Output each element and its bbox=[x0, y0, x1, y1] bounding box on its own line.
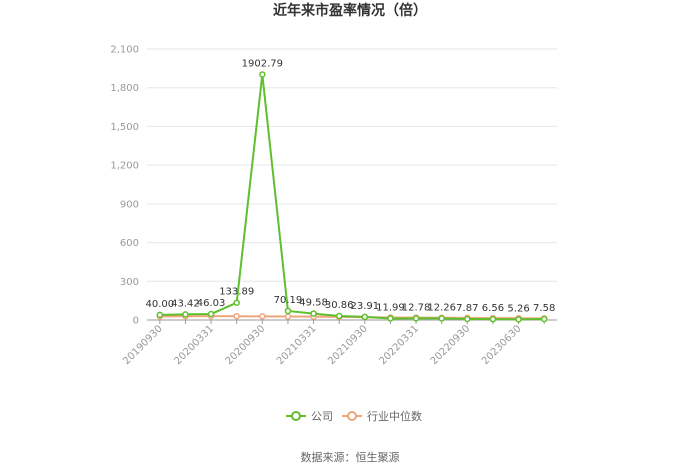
series-point-0 bbox=[207, 310, 215, 318]
data-label: 40.00 bbox=[145, 299, 174, 310]
series-point-0 bbox=[284, 307, 292, 315]
series-point-0 bbox=[489, 315, 497, 323]
y-axis: 0 300 600 900 1,200 1,500 1,800 2,100 bbox=[110, 45, 139, 327]
series-point-1 bbox=[284, 313, 292, 320]
x-axis: 20190930 20200331 20200930 20210331 20210930… bbox=[121, 319, 557, 367]
series-point-0 bbox=[515, 316, 522, 323]
series-point-0 bbox=[310, 310, 317, 317]
legend-industry-label: 行业中位数 bbox=[367, 409, 422, 423]
chart-title: 近年来市盈率情况（倍） bbox=[273, 2, 427, 19]
data-label: 11.99 bbox=[376, 302, 405, 313]
y-tick-label: 300 bbox=[120, 277, 139, 288]
legend-company-label: 公司 bbox=[311, 410, 333, 423]
series-point-0 bbox=[412, 315, 420, 322]
series-point-0 bbox=[182, 311, 189, 318]
data-label: 7.58 bbox=[533, 303, 555, 314]
series-point-0 bbox=[335, 312, 343, 320]
series-line-0 bbox=[159, 73, 545, 321]
x-tick-label: 20230630 bbox=[480, 323, 524, 367]
series-point-0 bbox=[464, 315, 471, 323]
series-point-0 bbox=[233, 299, 240, 306]
legend: 公司 行业中位数 bbox=[286, 409, 422, 423]
y-tick-label: 600 bbox=[120, 238, 139, 249]
series-point-1 bbox=[233, 313, 240, 320]
y-tick-label: 2,100 bbox=[110, 45, 139, 56]
series-layer bbox=[156, 71, 548, 323]
legend-industry-marker bbox=[347, 411, 357, 421]
x-tick-label: 20220930 bbox=[429, 323, 473, 367]
data-label: 7.87 bbox=[456, 303, 478, 314]
legend-item-industry-median[interactable]: 行业中位数 bbox=[342, 409, 422, 423]
series-point-0 bbox=[361, 313, 369, 321]
data-label: 12.78 bbox=[402, 302, 431, 313]
grid-lines bbox=[147, 48, 557, 282]
series-point-0 bbox=[156, 311, 164, 319]
data-label: 49.58 bbox=[299, 298, 328, 309]
y-tick-label: 1,200 bbox=[110, 161, 139, 172]
y-tick-label: 1,800 bbox=[110, 83, 139, 94]
y-tick-label: 1,500 bbox=[110, 122, 139, 133]
x-tick-label: 20200331 bbox=[172, 323, 216, 367]
series-point-0 bbox=[259, 71, 266, 78]
data-label: 46.03 bbox=[197, 298, 226, 309]
y-tick-label: 0 bbox=[133, 316, 139, 327]
data-label: 70.19 bbox=[274, 295, 303, 306]
series-point-0 bbox=[438, 315, 445, 322]
x-tick-label: 20210930 bbox=[326, 323, 370, 367]
legend-item-company[interactable]: 公司 bbox=[286, 410, 333, 423]
data-label: 5.26 bbox=[507, 303, 529, 314]
data-source: 数据来源：恒生聚源 bbox=[301, 450, 400, 464]
data-label: 1902.79 bbox=[242, 58, 283, 69]
x-tick-label: 20210331 bbox=[275, 323, 319, 367]
data-label: 6.56 bbox=[482, 303, 504, 314]
pe-ratio-chart: 近年来市盈率情况（倍） 0 300 600 900 1,200 1,500 1,800 2,1… bbox=[110, 2, 557, 464]
x-tick-label: 20200930 bbox=[224, 323, 268, 367]
series-point-1 bbox=[259, 313, 266, 320]
data-label: 43.42 bbox=[171, 298, 200, 309]
y-tick-label: 900 bbox=[120, 199, 139, 210]
legend-company-marker bbox=[291, 411, 301, 421]
data-label: 23.91 bbox=[350, 301, 379, 312]
x-tick-label: 20220331 bbox=[377, 323, 421, 367]
data-label: 133.89 bbox=[219, 287, 254, 298]
data-label: 30.86 bbox=[325, 300, 354, 311]
series-point-0 bbox=[540, 315, 548, 323]
data-label: 12.26 bbox=[427, 302, 456, 313]
series-point-0 bbox=[387, 315, 394, 322]
data-labels: 40.0043.4246.03133.89 1902.79 70.1949.5830… bbox=[145, 58, 555, 314]
x-tick-label: 20190930 bbox=[121, 323, 165, 367]
